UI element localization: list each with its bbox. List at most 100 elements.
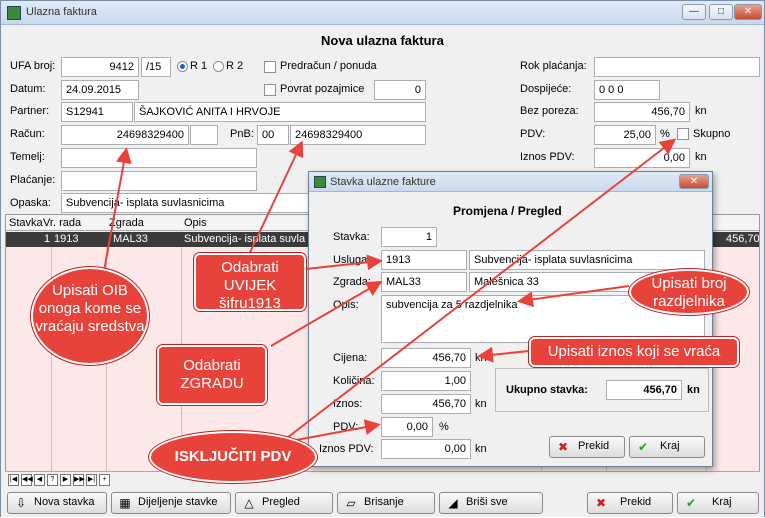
temelj-label: Temelj: [10, 151, 45, 163]
pregled-label: Pregled [262, 496, 300, 508]
nav-last-button[interactable]: ▶| [86, 474, 97, 486]
row-vr-rada: 1913 [54, 233, 79, 245]
opaska-label: Opaska: [10, 197, 51, 209]
bez-poreza-field[interactable]: 456,70 [594, 102, 690, 122]
main-window: Ulazna faktura — □ ✕ Nova ulazna faktura… [0, 0, 765, 517]
dlg-pdv-unit: % [439, 421, 449, 433]
partner-name-field[interactable]: ŠAJKOVIĆ ANITA I HRVOJE [134, 102, 426, 122]
dlg-kolicina-field[interactable]: 1,00 [381, 371, 471, 391]
ufa-number-field[interactable]: 9412 [61, 57, 139, 77]
ukupno-label: Ukupno stavka: [506, 384, 588, 396]
dialog-title: Stavka ulazne fakture [330, 176, 436, 188]
r1-radio[interactable] [177, 61, 188, 72]
nova-stavka-button[interactable]: ⇩ Nova stavka [7, 492, 107, 514]
nav-next-page-button[interactable]: ▶▶ [73, 474, 85, 486]
povrat-field[interactable]: 0 [374, 80, 426, 100]
maximize-button[interactable]: □ [709, 4, 733, 20]
close-button[interactable]: ✕ [734, 4, 762, 20]
dlg-iznos-pdv-field[interactable]: 0,00 [381, 439, 471, 459]
dialog-close-button[interactable]: ✕ [679, 174, 709, 189]
minimize-button[interactable]: — [682, 4, 706, 20]
brisi-sve-label: Briši sve [466, 496, 508, 508]
dlg-prekid-label: Prekid [578, 440, 610, 452]
pregled-button[interactable]: △ Pregled [235, 492, 333, 514]
bez-poreza-label: Bez poreza: [520, 105, 579, 117]
pdv-field[interactable]: 25,00 [594, 125, 656, 145]
nav-next-button[interactable]: ▶ [60, 474, 71, 486]
grid-navigator: |◀ ◀◀ ◀ ? ▶ ▶▶ ▶| + [5, 471, 760, 488]
dlg-prekid-button[interactable]: ✖ Prekid [549, 436, 625, 458]
dlg-usluga-code-field[interactable]: 1913 [381, 250, 467, 270]
col-zgrada[interactable]: Zgrada [109, 217, 144, 229]
nav-first-button[interactable]: |◀ [8, 474, 19, 486]
pnb-model-field[interactable]: 00 [257, 125, 289, 145]
nav-search-button[interactable]: ? [47, 474, 58, 486]
dlg-iznos-field[interactable]: 456,70 [381, 394, 471, 414]
dialog-heading: Promjena / Pregled [453, 204, 562, 218]
pnb-field[interactable]: 24698329400 [290, 125, 426, 145]
form-heading: Nova ulazna faktura [321, 33, 444, 48]
ufa-suffix-field[interactable]: /15 [141, 57, 171, 77]
rok-field[interactable] [594, 57, 760, 77]
r2-radio[interactable] [213, 61, 224, 72]
dlg-iznos-pdv-unit: kn [475, 443, 487, 455]
predracun-label: Predračun / ponuda [280, 60, 377, 72]
povrat-label: Povrat pozajmice [280, 83, 365, 95]
dospijece-field[interactable]: 0 0 0 [594, 80, 660, 100]
col-vr-rada[interactable]: Vr. rada [43, 217, 81, 229]
arrow-down-icon: ⇩ [15, 496, 27, 510]
callout-iznos: Upisati iznos koji se vraća [528, 336, 740, 368]
dlg-kraj-button[interactable]: ✔ Kraj [629, 436, 705, 458]
opaska-field[interactable]: Subvencija- isplata suvlasnicima [61, 193, 313, 213]
stavka-dialog: Stavka ulazne fakture ✕ Promjena / Pregl… [308, 171, 713, 467]
dlg-iznos-unit: kn [475, 398, 487, 410]
dialog-title-bar: Stavka ulazne fakture ✕ [309, 172, 712, 192]
dlg-usluga-name-field[interactable]: Subvencija- isplata suvlasnicima [469, 250, 705, 270]
dlg-cijena-label: Cijena: [333, 352, 368, 364]
iznos-pdv-field[interactable]: 0,00 [594, 148, 690, 168]
r1-label: R 1 [190, 60, 208, 72]
temelj-field[interactable] [61, 148, 257, 168]
skupno-checkbox[interactable] [677, 128, 689, 140]
col-opis[interactable]: Opis [184, 217, 207, 229]
datum-label: Datum: [10, 83, 46, 95]
dialog-app-icon [314, 176, 326, 188]
cross-icon: ✖ [557, 440, 569, 454]
dlg-stavka-field[interactable]: 1 [381, 227, 437, 247]
povrat-checkbox[interactable] [264, 84, 276, 96]
r2-label: R 2 [226, 60, 244, 72]
dlg-zgrada-label: Zgrada: [333, 276, 371, 288]
nav-add-button[interactable]: + [99, 474, 110, 486]
predracun-checkbox[interactable] [264, 61, 276, 73]
dlg-cijena-field[interactable]: 456,70 [381, 348, 471, 368]
nav-prev-page-button[interactable]: ◀◀ [21, 474, 33, 486]
ukupno-field: 456,70 [606, 380, 682, 400]
partner-code-field[interactable]: S12941 [61, 102, 133, 122]
nova-stavka-label: Nova stavka [34, 496, 95, 508]
partner-label: Partner: [10, 105, 50, 117]
cross-icon: ✖ [595, 496, 607, 510]
prekid-button[interactable]: ✖ Prekid [587, 492, 673, 514]
split-icon: ▦ [119, 496, 131, 510]
dlg-zgrada-code-field[interactable]: MAL33 [381, 272, 467, 292]
brisi-sve-button[interactable]: ◢ Briši sve [439, 492, 543, 514]
rok-label: Rok plaćanja: [520, 60, 587, 72]
callout-pdv: ISKLJUČITI PDV [148, 430, 318, 484]
racun-field[interactable]: 24698329400 [61, 125, 189, 145]
kraj-button[interactable]: ✔ Kraj [677, 492, 759, 514]
racun-extra-field[interactable] [190, 125, 218, 145]
dijeljenje-stavke-button[interactable]: ▦ Dijeljenje stavke [111, 492, 231, 514]
dlg-pdv-field[interactable]: 0,00 [381, 417, 433, 437]
dlg-cijena-unit: kn [475, 352, 487, 364]
dlg-usluga-label: Usluga: [333, 254, 371, 266]
callout-zgradu: Odabrati ZGRADU [156, 344, 268, 406]
datum-field[interactable]: 24.09.2015 [61, 80, 139, 100]
ukupno-panel: Ukupno stavka: 456,70 kn [495, 368, 709, 412]
nav-prev-button[interactable]: ◀ [34, 474, 45, 486]
placanje-field[interactable] [61, 171, 257, 191]
iznos-pdv-unit: kn [695, 151, 707, 163]
col-stavka[interactable]: Stavka [9, 217, 43, 229]
bez-poreza-unit: kn [695, 105, 707, 117]
check-icon: ✔ [685, 496, 697, 510]
brisanje-button[interactable]: ▱ Brisanje [337, 492, 435, 514]
